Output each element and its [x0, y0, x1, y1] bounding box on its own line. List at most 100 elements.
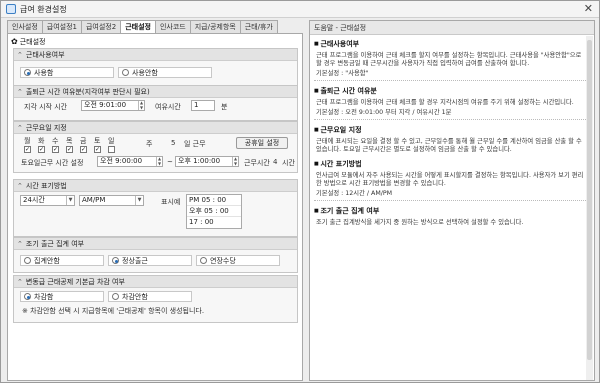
help-scrollbar[interactable]	[586, 36, 593, 380]
collapse-icon: ⌃	[17, 124, 23, 132]
section-early-header[interactable]: ⌃ 조기 출근 집계 여부	[14, 238, 297, 250]
radio-unselected-icon	[24, 257, 31, 264]
help-body: 근태사용여부 근태 프로그램을 이용하여 근태 체크를 할지 여부를 설정하는 …	[314, 39, 586, 377]
title-bar: 급여 환경설정 ✕	[1, 1, 599, 18]
radio-deduct-yes[interactable]: 차감함	[20, 291, 104, 302]
saturday-hours-label: 토요일근무 시간 설정	[21, 159, 84, 167]
panel-header: ✿ 근태설정	[11, 37, 45, 47]
late-start-time-input[interactable]: 오전 9:01:00 ▲ ▼	[81, 100, 145, 111]
weekly-prefix: 주	[146, 140, 153, 148]
section-early-title: 조기 출근 집계 여부	[25, 240, 85, 248]
saturday-from-value: 오전 9:00:00	[100, 157, 143, 165]
checkbox-mon[interactable]: ✓	[24, 146, 31, 153]
spare-time-input[interactable]: 1	[191, 100, 215, 111]
spin-icon[interactable]: ▲ ▼	[156, 157, 162, 166]
ampm-format-select[interactable]: AM/PM ▼	[79, 195, 144, 206]
saturday-to-input[interactable]: 오후 1:00:00 ▲ ▼	[175, 156, 239, 167]
radio-usage-use[interactable]: 사용함	[20, 67, 114, 78]
day-label-sun: 일	[108, 137, 115, 145]
collapse-icon: ⌃	[17, 51, 23, 59]
radio-label: 차감함	[34, 292, 54, 301]
help-heading: 근무요일 지정	[314, 125, 586, 135]
section-workdays-title: 근무요일 지정	[25, 124, 67, 132]
close-icon[interactable]: ✕	[584, 2, 593, 15]
help-heading: 출퇴근 시간 여유분	[314, 86, 586, 96]
tab-attendance-leave[interactable]: 근태/휴가	[239, 20, 278, 33]
section-clock-spare: ⌃ 출퇴근 시간 여유분(지각여부 판단시 필요) 지각 시작 시간 오전 9:0…	[13, 85, 298, 121]
day-label-mon: 월	[24, 137, 31, 145]
radio-deduct-no[interactable]: 차감안함	[108, 291, 192, 302]
tab-hr-codes[interactable]: 인사코드	[154, 20, 191, 33]
holiday-settings-button[interactable]: 공휴일 설정	[236, 137, 288, 149]
help-text: 인사급여 모듈에서 자주 사용되는 시간을 어떻게 표시할지를 결정하는 항목입…	[316, 172, 584, 187]
tab-pay-deduction-items[interactable]: 지급/공제항목	[189, 20, 241, 33]
radio-selected-icon	[24, 293, 31, 300]
section-workdays-header[interactable]: ⌃ 근무요일 지정	[14, 122, 297, 134]
checkbox-tue[interactable]: ✓	[38, 146, 45, 153]
checkbox-sun[interactable]	[108, 146, 115, 153]
tab-attendance-settings[interactable]: 근태설정	[120, 20, 156, 34]
section-timefmt-title: 시간 표기방법	[25, 182, 67, 190]
radio-early-overtime[interactable]: 연장수당	[196, 255, 280, 266]
day-label-fri: 금	[80, 137, 87, 145]
section-deduct-header[interactable]: ⌃ 변동급 근태공제 기본급 차감 여부	[14, 276, 297, 288]
day-label-tue: 화	[38, 137, 45, 145]
collapse-icon: ⌃	[17, 240, 23, 248]
example-korean-pm: 오후 05 : 00	[187, 206, 241, 217]
help-text: 조기 출근 집계방식을 세가지 중 원하는 방식으로 선택하여 설정할 수 있습…	[316, 219, 524, 226]
radio-label: 연장수당	[210, 256, 236, 265]
saturday-to-value: 오후 1:00:00	[178, 157, 221, 165]
radio-unselected-icon	[112, 293, 119, 300]
help-scrollbar-thumb[interactable]	[587, 40, 592, 360]
help-section-usage: 근태사용여부 근태 프로그램을 이용하여 근태 체크를 할지 여부를 설정하는 …	[314, 39, 586, 81]
spare-time-unit: 분	[221, 103, 228, 111]
radio-early-no-count[interactable]: 집계안함	[20, 255, 104, 266]
section-workdays: ⌃ 근무요일 지정 월 화 수 목 금 토 일 ✓ ✓ ✓ ✓ ✓ ✓ 주 5 일…	[13, 121, 298, 173]
radio-label: 집계안함	[34, 256, 60, 265]
help-panel: 도움말 - 근태설정 근태사용여부 근태 프로그램을 이용하여 근태 체크를 할…	[309, 20, 595, 381]
radio-early-normal[interactable]: 정상출근	[108, 255, 192, 266]
work-hours-value: 4	[273, 158, 278, 166]
help-default: 기본설정 : 12시간 / AM/PM	[314, 189, 586, 201]
radio-label: 사용안함	[132, 68, 158, 77]
day-label-wed: 수	[52, 137, 59, 145]
section-usage-header[interactable]: ⌃ 근태사용여부	[14, 49, 297, 61]
day-label-sat: 토	[94, 137, 101, 145]
help-section-clock: 출퇴근 시간 여유분 근태 프로그램을 이용하여 근태 체크를 할 경우 지각시…	[314, 86, 586, 120]
section-timefmt-header[interactable]: ⌃ 시간 표기방법	[14, 180, 297, 192]
checkbox-thu[interactable]: ✓	[66, 146, 73, 153]
hour-format-select[interactable]: 24시간 ▼	[20, 195, 75, 206]
radio-usage-nouse[interactable]: 사용안함	[118, 67, 212, 78]
spin-icon[interactable]: ▲ ▼	[138, 101, 144, 110]
example-pm: PM 05 : 00	[187, 195, 241, 206]
tab-payroll-settings-1[interactable]: 급여설정1	[41, 20, 82, 33]
radio-unselected-icon	[122, 69, 129, 76]
collapse-icon: ⌃	[17, 278, 23, 286]
section-early-arrival: ⌃ 조기 출근 집계 여부 집계안함 정상출근 연장수당	[13, 237, 298, 273]
radio-label: 사용함	[34, 68, 54, 77]
tab-payroll-settings-2[interactable]: 급여설정2	[80, 20, 122, 33]
chevron-down-icon[interactable]: ▼	[135, 196, 143, 205]
section-time-format: ⌃ 시간 표기방법 24시간 ▼ AM/PM ▼ 표시예 PM 05 : 00 오후 …	[13, 179, 298, 237]
section-clock-header[interactable]: ⌃ 출퇴근 시간 여유분(지각여부 판단시 필요)	[14, 86, 297, 98]
radio-selected-icon	[24, 69, 31, 76]
help-text: 근태 프로그램을 이용하여 근태 체크를 할 경우 지각시점의 여유를 주기 위…	[316, 99, 574, 106]
help-text: 근태 프로그램을 이용하여 근태 체크를 할지 여부를 설정하는 항목입니다. …	[316, 52, 582, 67]
collapse-icon: ⌃	[17, 182, 23, 190]
help-text: 근태에 표시되는 요일을 결정 할 수 있고, 근무일수를 통해 월 근무일 수…	[316, 138, 582, 153]
saturday-from-input[interactable]: 오전 9:00:00 ▲ ▼	[97, 156, 163, 167]
section-deduction: ⌃ 변동급 근태공제 기본급 차감 여부 차감함 차감안함 ※ 차감안함 선택 시…	[13, 275, 298, 323]
checkbox-fri[interactable]: ✓	[80, 146, 87, 153]
chevron-down-icon[interactable]: ▼	[66, 196, 74, 205]
late-start-label: 지각 시작 시간	[24, 103, 68, 111]
checkbox-sat[interactable]: ✓	[94, 146, 101, 153]
help-heading: 시간 표기방법	[314, 159, 586, 169]
help-section-workdays: 근무요일 지정 근태에 표시되는 요일을 결정 할 수 있고, 근무일수를 통해…	[314, 125, 586, 154]
section-usage-title: 근태사용여부	[25, 51, 65, 59]
tab-hr-settings[interactable]: 인사설정	[7, 20, 43, 33]
radio-label: 정상출근	[122, 256, 148, 265]
help-section-timefmt: 시간 표기방법 인사급여 모듈에서 자주 사용되는 시간을 어떻게 표시할지를 …	[314, 159, 586, 201]
display-example-label: 표시예	[161, 198, 181, 206]
checkbox-wed[interactable]: ✓	[52, 146, 59, 153]
spin-icon[interactable]: ▲ ▼	[232, 157, 238, 166]
